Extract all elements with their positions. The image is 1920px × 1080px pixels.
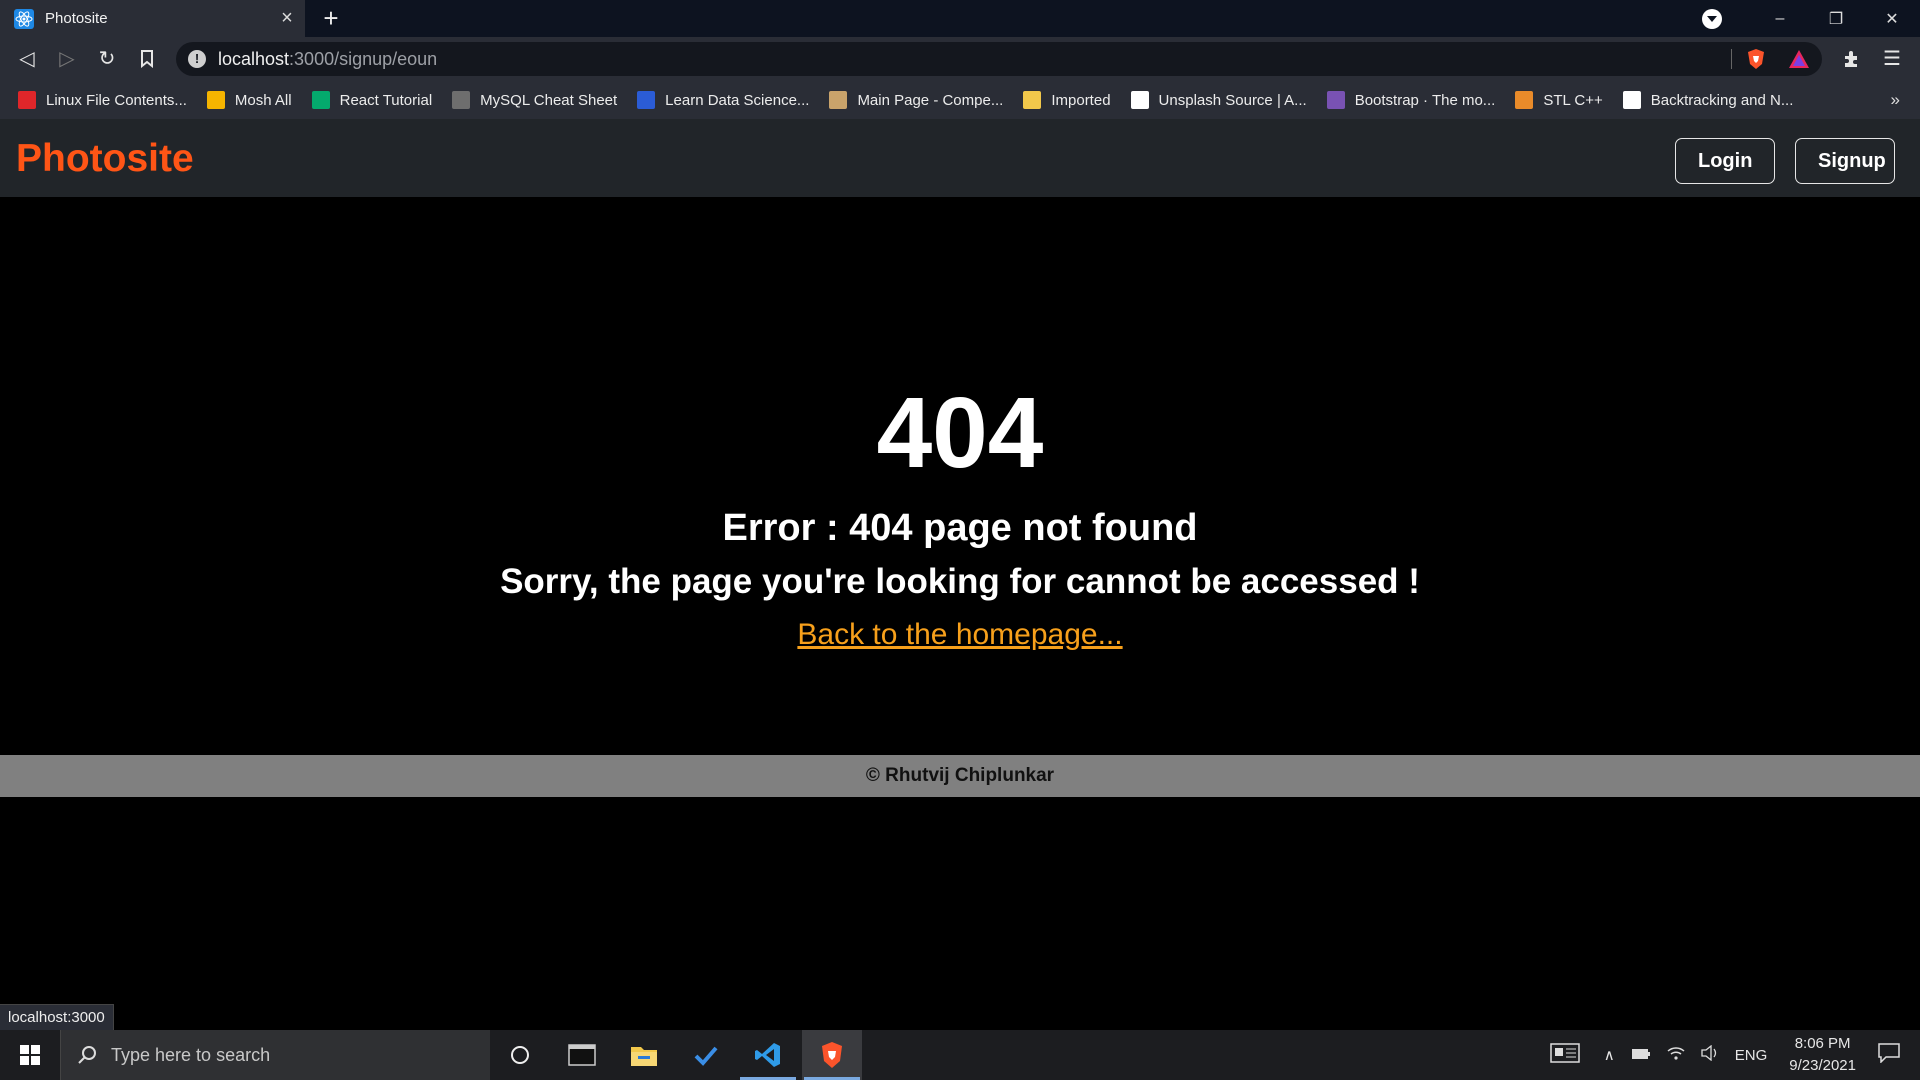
bookmark-item[interactable]: Backtracking and N... (1622, 81, 1794, 119)
bookmark-item[interactable]: MySQL Cheat Sheet (452, 81, 617, 119)
link-status-bubble: localhost:3000 (0, 1004, 114, 1032)
brave-browser-icon[interactable] (802, 1030, 862, 1080)
bookmark-item[interactable]: Main Page - Compe... (829, 81, 1003, 119)
close-window-icon[interactable]: ✕ (1864, 9, 1920, 29)
notifications-icon[interactable] (1878, 1043, 1900, 1067)
cortana-icon[interactable] (490, 1030, 550, 1080)
system-tray: ∧ ENG 8:06 PM 9/23/2021 (1550, 1030, 1920, 1080)
terminal-icon[interactable] (552, 1030, 612, 1080)
extensions-icon[interactable] (1838, 46, 1864, 72)
clock-time: 8:06 PM (1794, 1035, 1851, 1052)
error-page-content: 404 Error : 404 page not found Sorry, th… (0, 197, 1920, 755)
browser-tab-photosite[interactable]: Photosite × (0, 0, 305, 37)
bookmark-label: Bootstrap · The mo... (1354, 91, 1496, 109)
tab-close-icon[interactable]: × (269, 7, 305, 30)
react-icon (14, 8, 34, 29)
window-controls: – ❐ ✕ (1702, 0, 1920, 37)
unsplash-icon (1130, 91, 1149, 109)
forward-icon[interactable]: ▷ (54, 46, 80, 72)
clock-date: 9/23/2021 (1789, 1057, 1856, 1074)
signup-button[interactable]: Signup (1795, 138, 1895, 184)
bookmark-item[interactable]: Imported (1023, 81, 1111, 119)
browser-toolbar: ◁ ▷ ↻ ! localhost:3000/signup/eoun ☰ (0, 37, 1920, 81)
backtracking-icon (1622, 91, 1641, 109)
bookmark-label: Backtracking and N... (1650, 91, 1794, 109)
brand-logo[interactable]: Photosite (16, 137, 194, 181)
brave-rewards-icon[interactable] (1788, 49, 1810, 69)
file-explorer-icon[interactable] (614, 1030, 674, 1080)
url-path: :3000/signup/eoun (289, 48, 438, 69)
input-language[interactable]: ENG (1735, 1047, 1768, 1064)
start-button[interactable] (0, 1030, 60, 1080)
taskbar-search-box[interactable]: Type here to search (60, 1030, 490, 1080)
github-icon (452, 91, 471, 109)
bookmark-label: React Tutorial (339, 91, 433, 109)
search-icon (78, 1046, 96, 1064)
wifi-icon[interactable] (1667, 1045, 1685, 1065)
brave-shields-icon[interactable] (1746, 48, 1766, 70)
restore-icon[interactable]: ❐ (1808, 9, 1864, 29)
bookmark-label: Learn Data Science... (665, 91, 810, 109)
back-icon[interactable]: ◁ (14, 46, 40, 72)
bookmark-label: STL C++ (1543, 91, 1603, 109)
geeksforgeeks-icon (1515, 91, 1534, 109)
search-placeholder: Type here to search (111, 1044, 271, 1065)
learn-data-science-icon (637, 91, 656, 109)
windows-taskbar: Type here to search ∧ ENG 8:06 PM 9/23/2… (0, 1030, 1920, 1080)
bookmarks-overflow-icon[interactable]: » (1891, 81, 1900, 119)
todo-app-icon[interactable] (676, 1030, 736, 1080)
app-navbar: Photosite Login Signup (0, 119, 1920, 197)
taskbar-clock[interactable]: 8:06 PM 9/23/2021 (1789, 1033, 1856, 1077)
error-code: 404 (876, 377, 1044, 489)
profile-menu-icon[interactable] (1702, 8, 1722, 29)
windows-logo-icon (20, 1045, 40, 1065)
bookmark-label: Linux File Contents... (46, 91, 187, 109)
show-hidden-icons-chevron-icon[interactable]: ∧ (1604, 1046, 1615, 1064)
address-bar-actions (1731, 42, 1822, 76)
bookmark-icon[interactable] (134, 46, 160, 72)
bookmark-item[interactable]: Mosh All (206, 81, 292, 119)
bookmark-item[interactable]: Learn Data Science... (637, 81, 809, 119)
bookmark-item[interactable]: Unsplash Source | A... (1130, 81, 1307, 119)
linux-file-icon (18, 91, 36, 109)
bookmark-item[interactable]: Bootstrap · The mo... (1326, 81, 1496, 119)
back-to-homepage-link[interactable]: Back to the homepage... (797, 618, 1122, 651)
address-bar-divider (1731, 49, 1732, 69)
error-title: Error : 404 page not found (722, 507, 1198, 549)
volume-icon[interactable] (1701, 1044, 1719, 1065)
bookmark-item[interactable]: Linux File Contents... (18, 81, 187, 119)
battery-icon[interactable] (1631, 1047, 1651, 1064)
bookmark-item[interactable]: React Tutorial (311, 81, 433, 119)
address-bar[interactable]: ! localhost:3000/signup/eoun (176, 42, 1822, 76)
wiki-icon (829, 91, 848, 109)
bookmark-label: Mosh All (234, 91, 292, 109)
tab-title: Photosite (45, 10, 108, 27)
url-host: localhost (218, 48, 290, 69)
news-widget-icon[interactable] (1550, 1043, 1580, 1067)
bookmark-label: Unsplash Source | A... (1158, 91, 1307, 109)
bootstrap-icon (1326, 91, 1345, 109)
login-button[interactable]: Login (1675, 138, 1775, 184)
minimize-icon[interactable]: – (1752, 10, 1808, 28)
browser-menu-icon[interactable]: ☰ (1879, 46, 1905, 72)
folder-icon (1023, 91, 1042, 109)
new-tab-button[interactable]: + (316, 3, 346, 33)
homepage-link: Back to the homepage... (0, 618, 1920, 652)
bookmark-item[interactable]: STL C++ (1515, 81, 1603, 119)
w3schools-icon (311, 91, 330, 109)
reload-icon[interactable]: ↻ (94, 46, 120, 72)
bookmark-label: Imported (1051, 91, 1111, 109)
site-info-icon[interactable]: ! (188, 50, 206, 68)
bookmark-label: MySQL Cheat Sheet (480, 91, 618, 109)
error-message: Sorry, the page you're looking for canno… (500, 562, 1420, 601)
browser-tab-strip: Photosite × + – ❐ ✕ (0, 0, 1920, 37)
bookmark-label: Main Page - Compe... (857, 91, 1004, 109)
vscode-icon[interactable] (738, 1030, 798, 1080)
page-footer: © Rhutvij Chiplunkar (0, 755, 1920, 797)
bookmarks-bar: Linux File Contents... Mosh All React Tuto… (0, 81, 1920, 119)
google-drive-icon (206, 91, 225, 109)
